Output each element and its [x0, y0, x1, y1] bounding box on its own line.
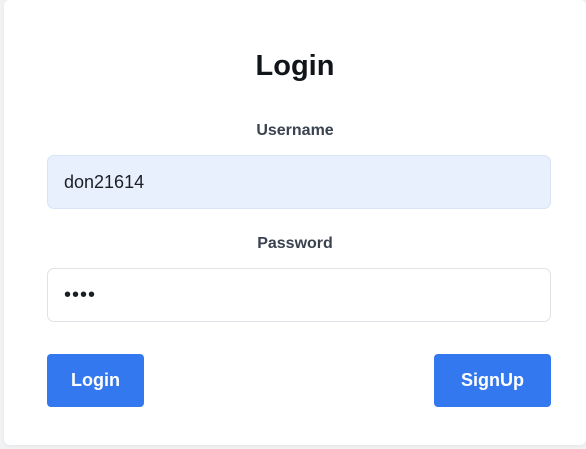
login-card: Login Username Password Login SignUp	[4, 0, 586, 445]
signup-button[interactable]: SignUp	[434, 354, 551, 407]
username-label: Username	[256, 122, 334, 139]
password-label: Password	[257, 235, 333, 252]
username-input[interactable]	[47, 155, 551, 209]
page-title: Login	[255, 50, 335, 82]
login-button[interactable]: Login	[47, 354, 144, 407]
password-input[interactable]	[47, 268, 551, 322]
